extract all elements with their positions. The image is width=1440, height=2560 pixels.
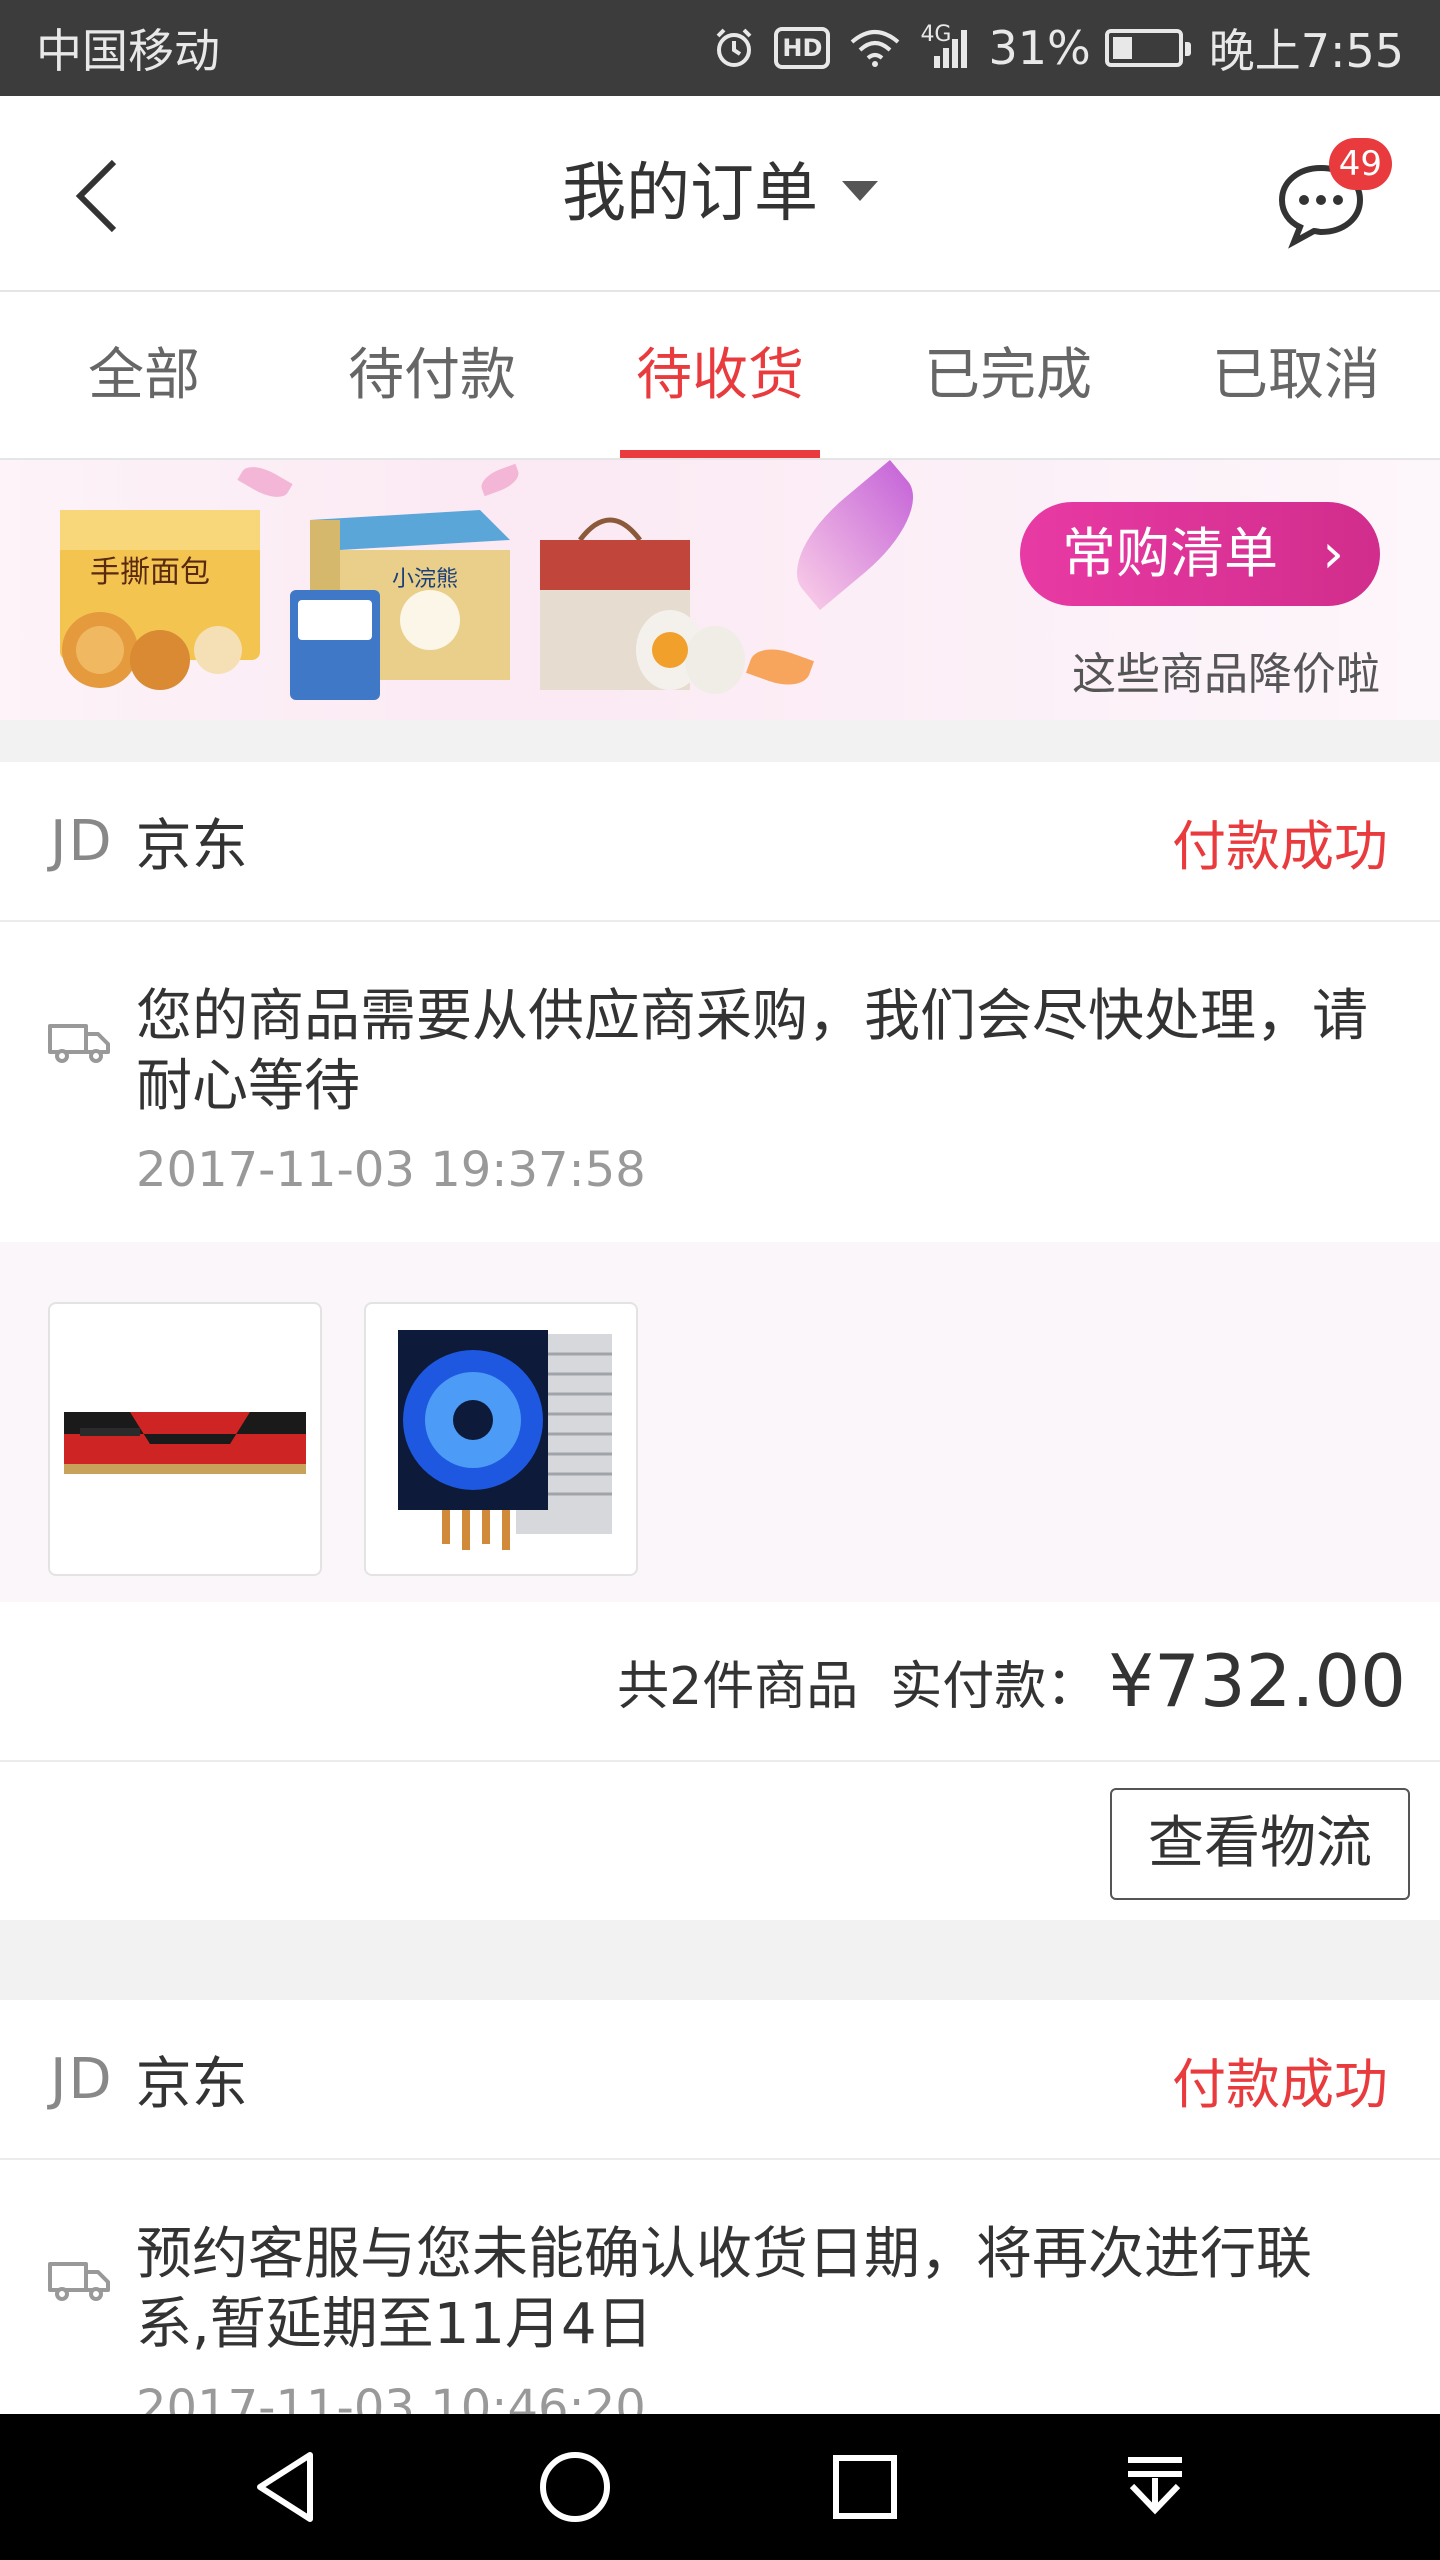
promo-banner[interactable]: 手撕面包 小浣熊 常购清单 › 这些商品降价啦 (0, 460, 1440, 720)
carrier-label: 中国移动 (36, 24, 220, 78)
order-card[interactable]: JD 京东 付款成功 您的商品需要从供应商采购，我们会尽快处理，请耐心等待 20… (0, 762, 1440, 1920)
nav-notification-button[interactable] (1100, 2432, 1210, 2542)
circle-home-icon (540, 2452, 610, 2522)
nav-recents-button[interactable] (810, 2432, 920, 2542)
frequent-list-button[interactable]: 常购清单 › (1020, 502, 1380, 606)
paid-amount: ¥732.00 (1108, 1639, 1406, 1723)
battery-percent: 31% (988, 21, 1091, 75)
status-bar: 中国移动 HD 4G 31% 晚上7:55 (0, 0, 1440, 96)
pull-down-icon (1128, 2457, 1182, 2515)
tracking-time: 2017-11-03 10:46:20 (136, 2380, 646, 2414)
shop-name[interactable]: 京东 (136, 2039, 1172, 2120)
caret-down-icon (842, 181, 878, 202)
order-card-header: JD 京东 付款成功 (0, 2000, 1440, 2160)
nav-home-button[interactable] (520, 2432, 630, 2542)
bread-product-text: 手撕面包 (90, 555, 210, 590)
shop-logo: JD (50, 808, 114, 874)
triangle-back-icon (257, 2452, 313, 2522)
snack-box-product-image: 小浣熊 (280, 490, 520, 700)
page-title-area[interactable]: 我的订单 (0, 96, 1440, 292)
order-status: 付款成功 (1172, 2052, 1388, 2116)
message-count-badge: 49 (1328, 138, 1392, 190)
tracking-time: 2017-11-03 19:37:58 (136, 1142, 646, 1198)
order-tabs: 全部 待付款 待收货 已完成 已取消 (0, 292, 1440, 460)
shop-logo: JD (50, 2046, 114, 2112)
tracking-info[interactable]: 预约客服与您未能确认收货日期，将再次进行联系,暂延期至11月4日 2017-11… (0, 2160, 1440, 2414)
frequent-list-label: 常购清单 (1062, 522, 1278, 585)
clock-label: 晚上7:55 (1208, 24, 1404, 78)
nav-back-button[interactable] (230, 2432, 340, 2542)
screen: 中国移动 HD 4G 31% 晚上7:55 我的订单 49 全部 待付款 待收货… (0, 0, 1440, 2560)
decor-petal (775, 460, 935, 611)
alarm-icon (712, 26, 756, 70)
order-summary: 共2件商品 实付款： ¥732.00 (0, 1602, 1440, 1762)
network-label: 4G (920, 22, 952, 47)
tab-all[interactable]: 全部 (0, 292, 288, 458)
tracking-message: 预约客服与您未能确认收货日期，将再次进行联系,暂延期至11月4日 (136, 2222, 1312, 2357)
tracking-info[interactable]: 您的商品需要从供应商采购，我们会尽快处理，请耐心等待 2017-11-03 19… (0, 922, 1440, 1198)
order-card-header: JD 京东 付款成功 (0, 762, 1440, 922)
hd-icon: HD (774, 27, 831, 69)
battery-icon (1104, 29, 1191, 67)
back-button[interactable] (70, 156, 140, 236)
order-status: 付款成功 (1172, 814, 1388, 878)
shop-name[interactable]: 京东 (136, 801, 1172, 882)
square-recents-icon (833, 2455, 897, 2519)
view-logistics-button[interactable]: 查看物流 (1110, 1788, 1410, 1900)
chevron-left-icon (75, 159, 117, 233)
paid-label: 实付款： (890, 1656, 1099, 1717)
egg-bag-product-image (520, 500, 760, 700)
system-nav-bar (0, 2414, 1440, 2560)
items-count: 共2件商品 (617, 1656, 859, 1717)
promo-subtitle: 这些商品降价啦 (1072, 649, 1380, 700)
app-header: 我的订单 49 (0, 96, 1440, 292)
tab-pending-receipt[interactable]: 待收货 (576, 292, 864, 458)
tab-cancelled[interactable]: 已取消 (1152, 292, 1440, 458)
snack-product-text: 小浣熊 (392, 567, 458, 592)
tracking-message: 您的商品需要从供应商采购，我们会尽快处理，请耐心等待 (136, 984, 1368, 1119)
bread-product-image: 手撕面包 (40, 500, 270, 690)
cpu-cooler-product-thumbnail[interactable] (364, 1302, 638, 1576)
tab-completed[interactable]: 已完成 (864, 292, 1152, 458)
ram-product-thumbnail[interactable] (48, 1302, 322, 1576)
messages-button[interactable]: 49 (1276, 138, 1392, 249)
order-card[interactable]: JD 京东 付款成功 预约客服与您未能确认收货日期，将再次进行联系,暂延期至11… (0, 2000, 1440, 2414)
goods-thumbnails[interactable] (0, 1242, 1440, 1602)
signal-icon: 4G (920, 22, 970, 70)
tab-pending-payment[interactable]: 待付款 (288, 292, 576, 458)
page-title: 我的订单 (562, 157, 818, 231)
wifi-icon (848, 28, 902, 68)
order-actions: 查看物流 (0, 1762, 1440, 1920)
truck-icon (48, 1024, 110, 1063)
chevron-right-icon: › (1322, 522, 1344, 585)
truck-icon (48, 2262, 110, 2301)
